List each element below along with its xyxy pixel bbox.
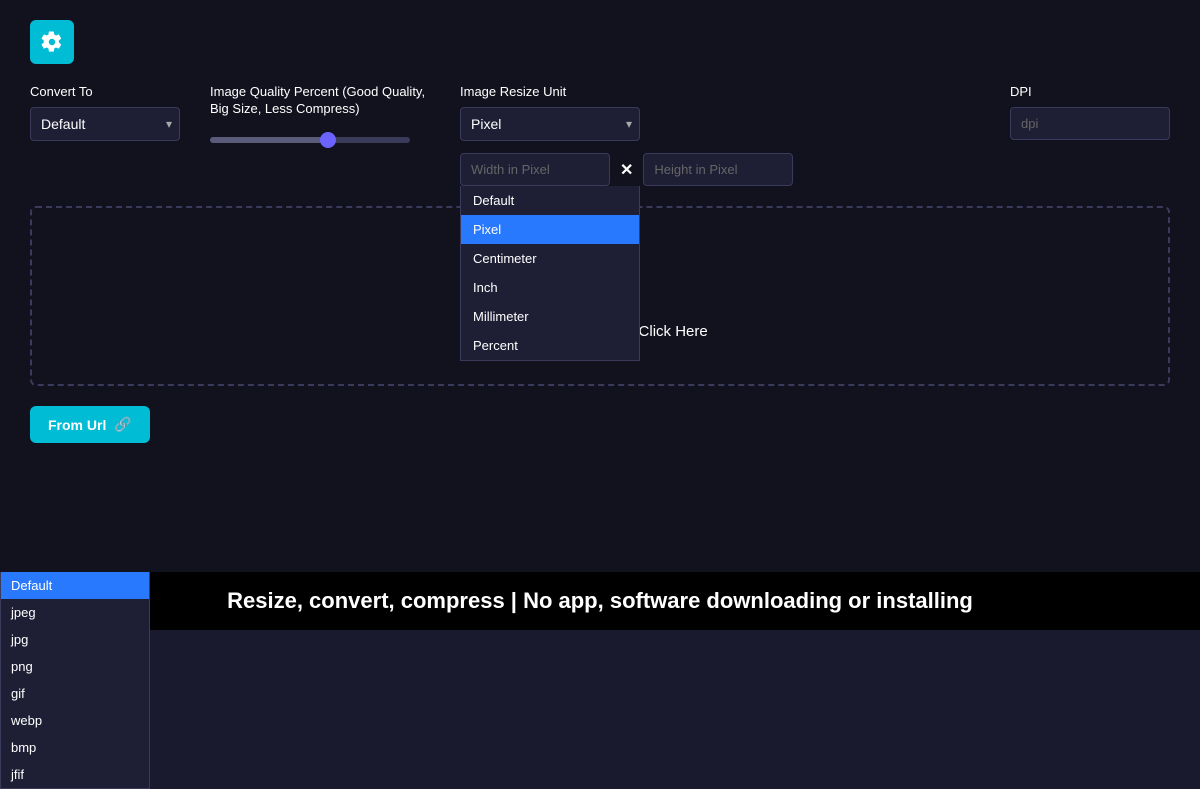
unit-option-percent[interactable]: Percent: [461, 331, 639, 360]
dpi-group: DPI: [1010, 84, 1170, 140]
left-section: Convert To Default jpeg jpg png gif webp…: [30, 84, 1010, 186]
from-url-label: From Url: [48, 417, 106, 433]
convert-to-group: Convert To Default jpeg jpg png gif webp…: [30, 84, 180, 141]
height-input[interactable]: [643, 153, 793, 186]
quality-slider-wrapper: [210, 130, 430, 148]
convert-to-option-png[interactable]: png: [1, 653, 149, 680]
dpi-label: DPI: [1010, 84, 1032, 99]
unit-option-centimeter[interactable]: Centimeter: [461, 244, 639, 273]
from-url-button[interactable]: From Url 🔗: [30, 406, 150, 443]
convert-to-option-jpeg[interactable]: jpeg: [1, 599, 149, 626]
convert-to-option-jfif[interactable]: jfif: [1, 761, 149, 788]
convert-to-option-default[interactable]: Default: [1, 572, 149, 599]
unit-option-inch[interactable]: Inch: [461, 273, 639, 302]
image-resize-unit-label: Image Resize Unit: [460, 84, 640, 99]
unit-select[interactable]: Pixel: [460, 107, 640, 141]
convert-to-option-jpg[interactable]: jpg: [1, 626, 149, 653]
image-quality-group: Image Quality Percent (Good Quality, Big…: [210, 84, 430, 148]
convert-to-wrapper: Default jpeg jpg png gif webp bmp jfif ▾: [30, 107, 180, 141]
controls-row: Convert To Default jpeg jpg png gif webp…: [30, 84, 1170, 186]
convert-to-label: Convert To: [30, 84, 180, 99]
unit-select-wrapper: Pixel ▾: [460, 107, 640, 141]
convert-to-option-bmp[interactable]: bmp: [1, 734, 149, 761]
link-icon: 🔗: [114, 416, 131, 433]
settings-button[interactable]: [30, 20, 74, 64]
convert-to-select[interactable]: Default jpeg jpg png gif webp bmp jfif: [30, 107, 180, 141]
times-icon: ✕: [620, 160, 633, 180]
unit-dropdown[interactable]: Default Pixel Centimeter Inch Millimeter…: [460, 186, 640, 361]
unit-option-pixel[interactable]: Pixel: [461, 215, 639, 244]
gear-icon: [41, 31, 63, 53]
convert-to-option-webp[interactable]: webp: [1, 707, 149, 734]
banner-text: Resize, convert, compress | No app, soft…: [227, 588, 973, 614]
unit-option-default[interactable]: Default: [461, 186, 639, 215]
image-quality-label: Image Quality Percent (Good Quality, Big…: [210, 84, 430, 118]
dimension-row: ✕: [460, 153, 640, 186]
width-input[interactable]: [460, 153, 610, 186]
unit-option-millimeter[interactable]: Millimeter: [461, 302, 639, 331]
bottom-banner: Resize, convert, compress | No app, soft…: [0, 572, 1200, 630]
image-resize-unit-group: Image Resize Unit Pixel ▾ Default Pixel …: [460, 84, 640, 186]
convert-to-option-gif[interactable]: gif: [1, 680, 149, 707]
convert-to-dropdown[interactable]: Default jpeg jpg png gif webp bmp jfif: [0, 572, 150, 789]
dpi-input[interactable]: [1010, 107, 1170, 140]
main-area: Convert To Default jpeg jpg png gif webp…: [0, 0, 1200, 572]
quality-slider[interactable]: [210, 137, 410, 143]
